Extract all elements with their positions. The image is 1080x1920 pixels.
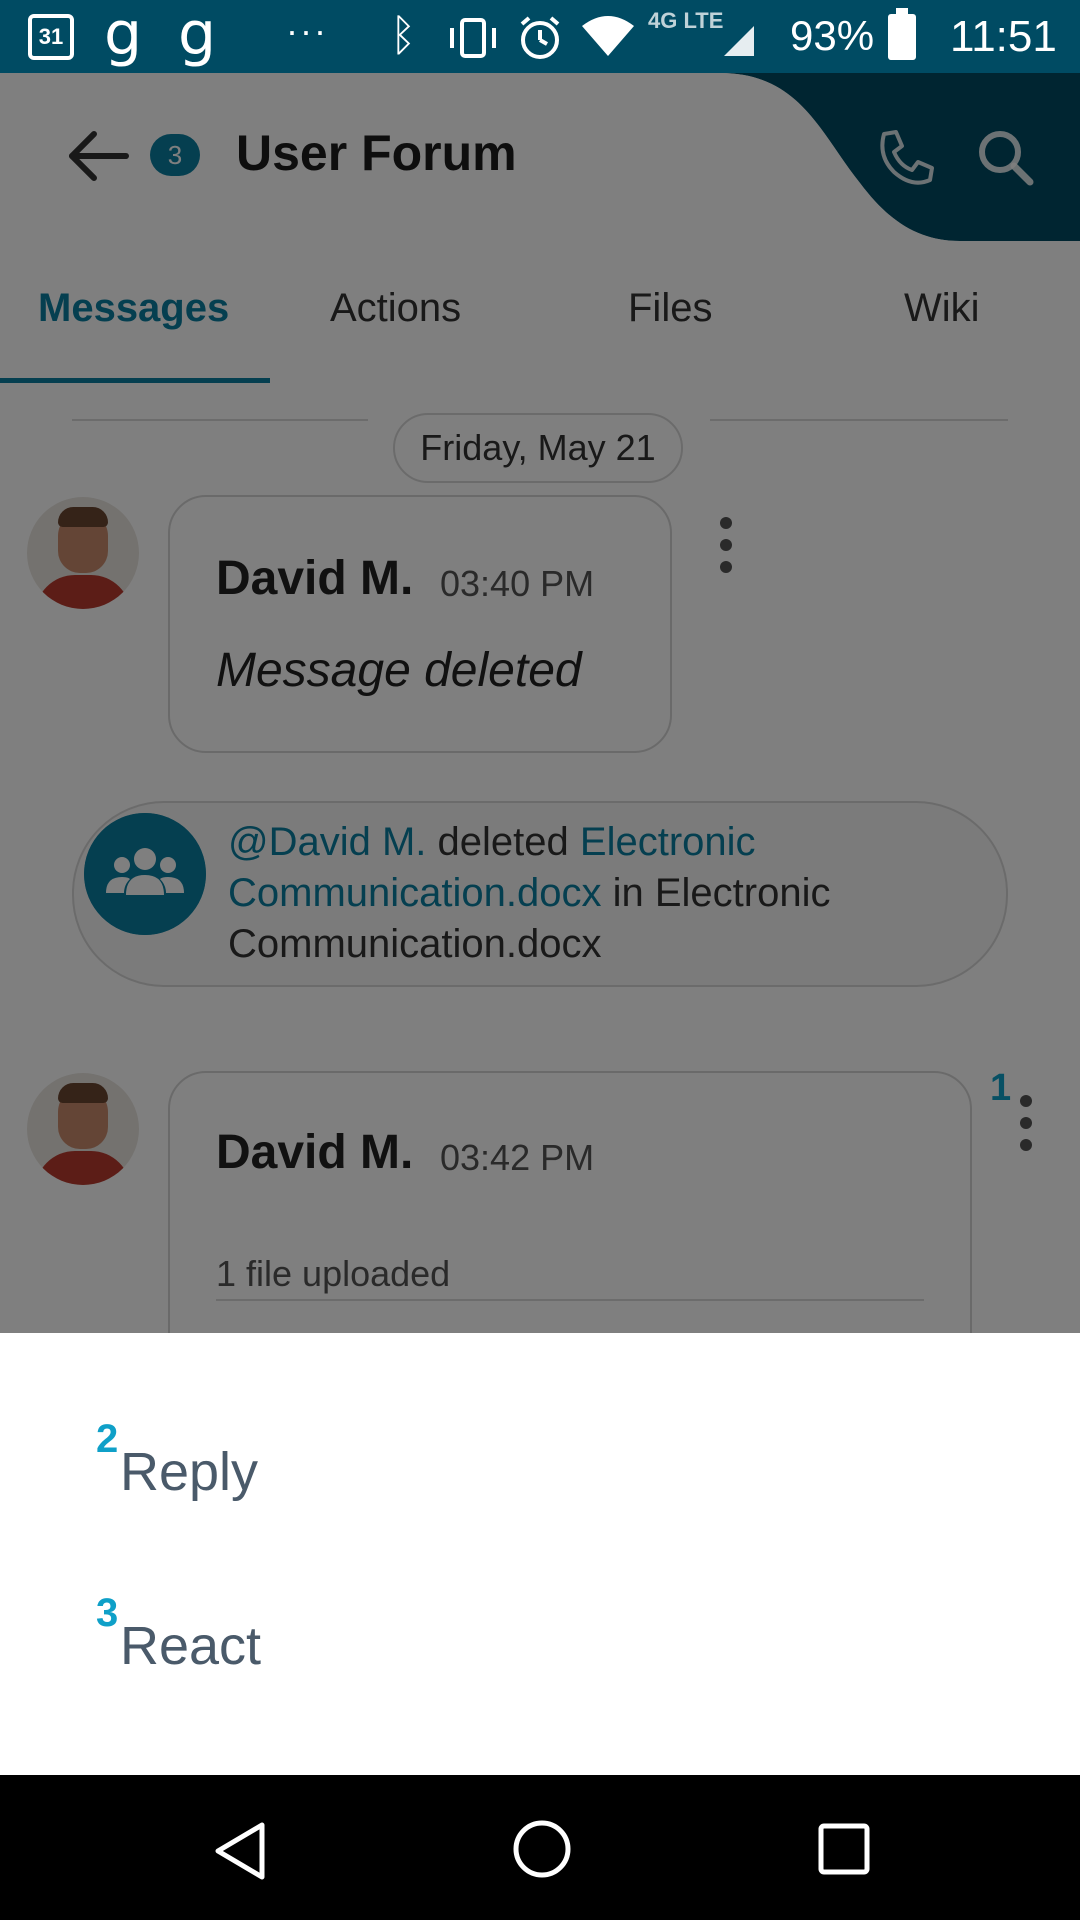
calendar-icon: 31 bbox=[28, 14, 74, 60]
react-option[interactable]: 3 React bbox=[96, 1591, 996, 1691]
bluetooth-icon: ᛒ bbox=[390, 10, 417, 61]
nav-back-icon[interactable] bbox=[212, 1821, 268, 1881]
hint-number: 3 bbox=[96, 1591, 119, 1635]
battery-percent: 93% bbox=[790, 12, 875, 59]
g-icon: g bbox=[178, 0, 217, 69]
hint-number: 2 bbox=[96, 1417, 119, 1461]
clock: 11:51 bbox=[950, 12, 1057, 61]
modal-scrim[interactable] bbox=[0, 73, 1080, 1333]
battery-icon bbox=[888, 8, 916, 60]
action-sheet: 2 Reply 3 React bbox=[0, 1333, 1080, 1775]
wifi-icon bbox=[582, 16, 634, 56]
alarm-icon bbox=[520, 16, 560, 59]
status-bar: 31 g g ··· ᛒ 4G LTE 93% 11:51 bbox=[0, 0, 1080, 73]
calendar-day: 31 bbox=[38, 24, 64, 49]
network-type: 4G LTE bbox=[648, 8, 724, 33]
app-screen: 31 g g ··· ᛒ 4G LTE 93% 11:51 2 Reply 3 … bbox=[0, 0, 1080, 1920]
react-label: React bbox=[120, 1616, 262, 1676]
more-icon: ··· bbox=[286, 10, 328, 51]
reply-label: Reply bbox=[120, 1442, 259, 1502]
nav-recents-icon[interactable] bbox=[818, 1823, 870, 1875]
signal-icon bbox=[724, 26, 754, 56]
vibrate-icon bbox=[450, 18, 496, 58]
reply-option[interactable]: 2 Reply bbox=[96, 1417, 996, 1517]
navigation-bar bbox=[0, 1775, 1080, 1920]
g-icon: g bbox=[104, 0, 143, 69]
nav-home-icon[interactable] bbox=[512, 1819, 572, 1879]
